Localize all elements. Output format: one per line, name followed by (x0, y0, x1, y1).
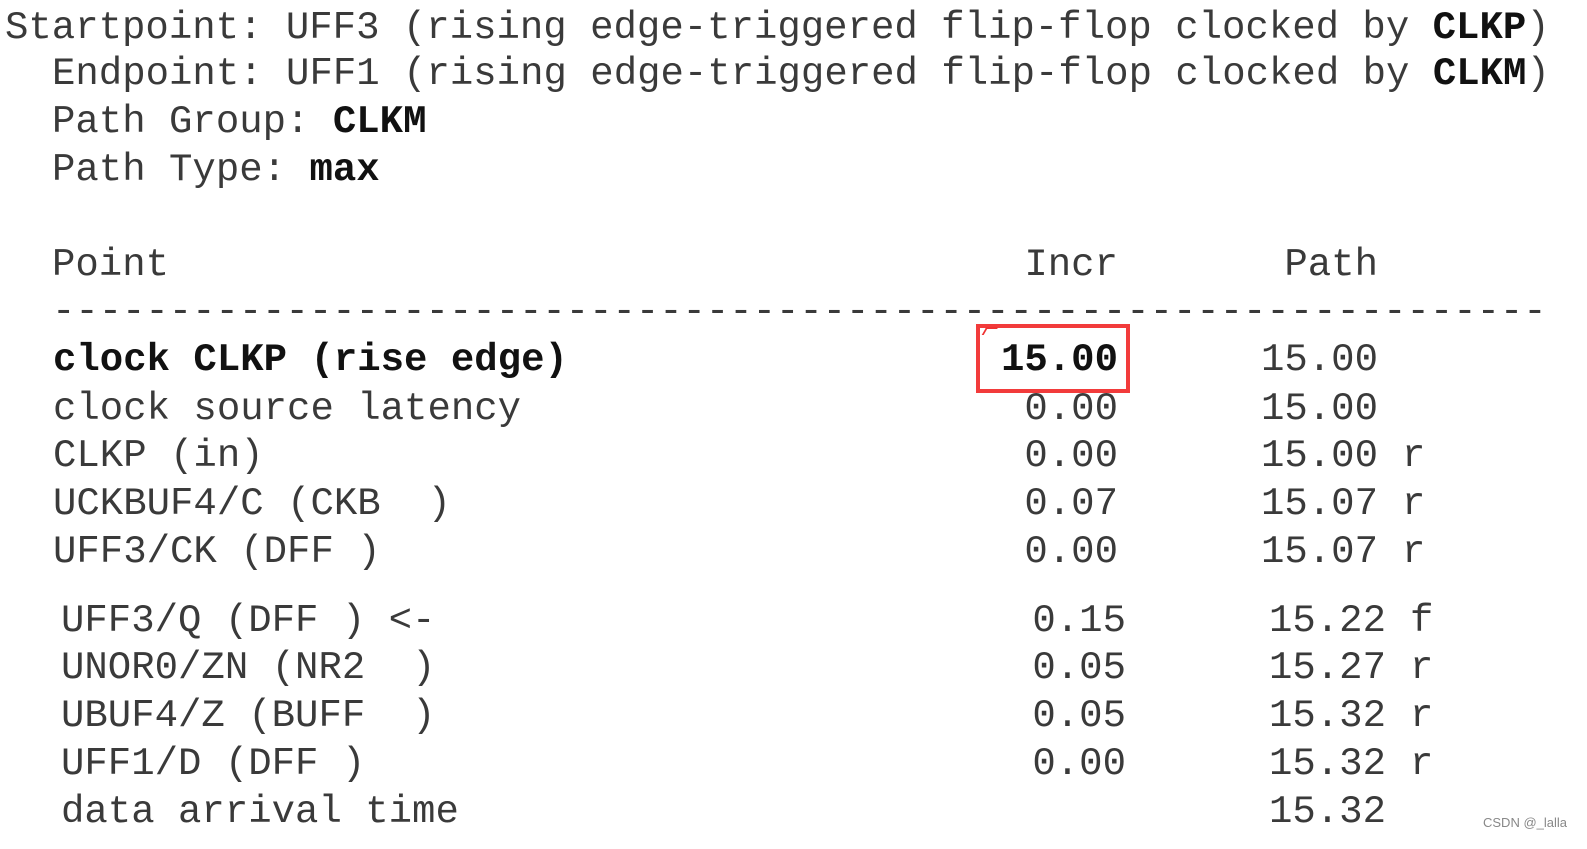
startpoint-text: UFF3 (rising edge-triggered flip-flop cl… (285, 6, 1433, 50)
row-point: UFF1/D (DFF ) (61, 742, 366, 786)
endpoint-clock: CLKM (1432, 52, 1527, 96)
row-incr (908, 789, 1126, 835)
row-path: 15.00 (1260, 338, 1378, 382)
path-group-value: CLKM (332, 100, 427, 144)
row-incr: 0.05 (1032, 694, 1126, 738)
row-point: UFF3/CK (DFF ) (53, 530, 381, 574)
row-point: UBUF4/Z (BUFF ) (61, 694, 436, 738)
row-incr: 0.15 (1032, 599, 1126, 643)
row-path: 15.22 (1268, 599, 1386, 643)
row-incr: 0.00 (1032, 742, 1126, 786)
row-transition-flag: r (1410, 646, 1434, 690)
row-transition-flag: f (1410, 599, 1434, 643)
row-transition-flag: r (1410, 694, 1434, 738)
row-transition-flag: r (1410, 742, 1434, 786)
row-transition-flag: r (1402, 530, 1426, 574)
row-point: UFF3/Q (DFF ) <- (61, 599, 436, 643)
row-point: CLKP (in) (53, 434, 264, 478)
row-point: data arrival time (61, 790, 459, 834)
watermark: CSDN @_lalla (1483, 815, 1567, 830)
row-incr: 0.05 (1032, 646, 1126, 690)
row-point: UNOR0/ZN (NR2 ) (61, 646, 436, 690)
endpoint-line: Endpoint: UFF1 (rising edge-triggered fl… (52, 51, 1550, 97)
row-transition-flag: r (1402, 482, 1426, 526)
row-point: clock CLKP (rise edge) (53, 338, 568, 382)
row-transition-flag: r (1402, 434, 1426, 478)
row-path: 15.32 (1268, 790, 1386, 834)
path-group-line: Path Group: CLKM (52, 99, 426, 145)
row-incr: 0.00 (1024, 434, 1118, 478)
column-header-point: Point (52, 243, 170, 287)
path-type-line: Path Type: max (52, 147, 380, 193)
path-group-label: Path Group: (52, 100, 333, 144)
startpoint-line: Startpoint: UFF3 (rising edge-triggered … (5, 5, 1550, 51)
row-incr: 0.00 (1024, 530, 1118, 574)
row-path: 15.32 (1268, 742, 1386, 786)
row-path: 15.00 (1260, 434, 1378, 478)
row-path: 15.07 (1260, 530, 1378, 574)
highlight-box (976, 324, 1130, 393)
path-type-label: Path Type: (52, 148, 310, 192)
row-path: 15.00 (1260, 387, 1378, 431)
endpoint-text: UFF1 (rising edge-triggered flip-flop cl… (286, 52, 1433, 96)
endpoint-close: ) (1526, 52, 1550, 96)
row-path: 15.07 (1260, 482, 1378, 526)
startpoint-clock: CLKP (1432, 6, 1527, 50)
startpoint-close: ) (1526, 6, 1550, 50)
path-type-value: max (309, 148, 380, 192)
endpoint-label: Endpoint: (52, 52, 287, 96)
separator-line: ----------------------------------------… (52, 290, 1547, 334)
row-path: 15.27 (1268, 646, 1386, 690)
column-header-path: Path (1284, 243, 1378, 287)
startpoint-label: Startpoint: (5, 6, 286, 50)
row-path: 15.32 (1268, 694, 1386, 738)
column-header-incr: Incr (1024, 243, 1118, 287)
row-incr: 0.07 (1024, 482, 1118, 526)
row-point: UCKBUF4/C (CKB ) (53, 482, 451, 526)
row-point: clock source latency (53, 387, 522, 431)
